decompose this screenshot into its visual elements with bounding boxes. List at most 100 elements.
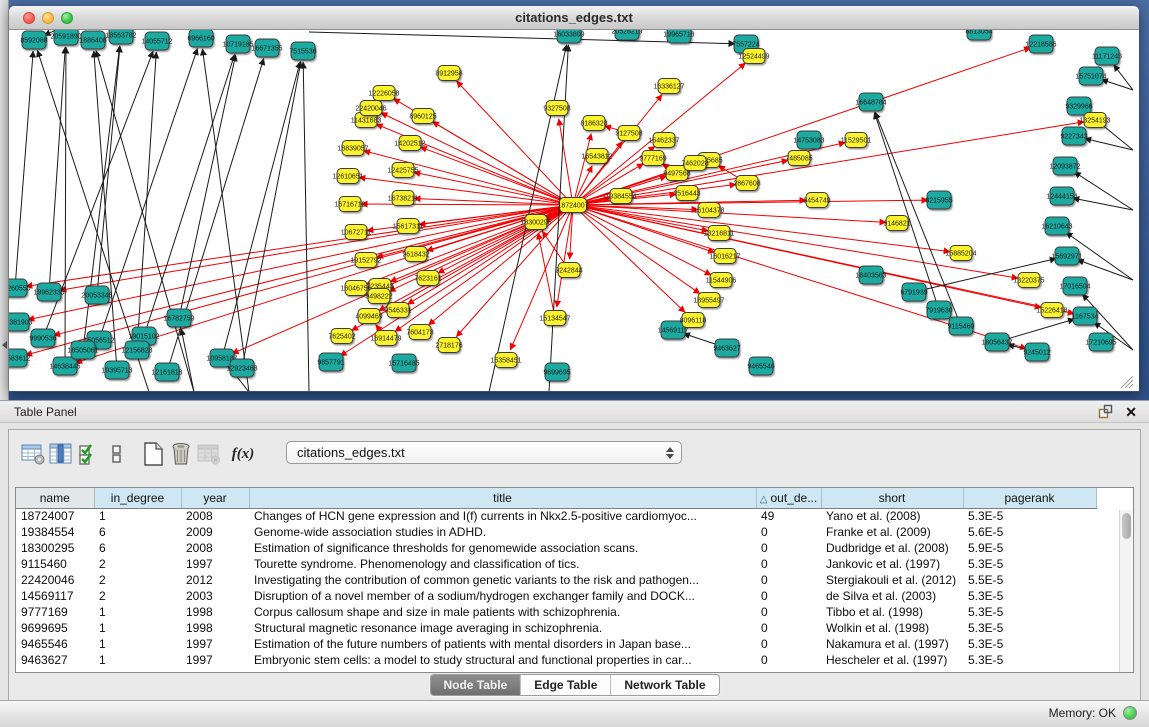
- table-cell[interactable]: 49: [756, 508, 821, 524]
- table-cell[interactable]: 2003: [181, 588, 249, 604]
- graph-edge[interactable]: [432, 122, 573, 205]
- table-cell[interactable]: Estimation of significance thresholds fo…: [249, 540, 756, 556]
- new-column-icon[interactable]: [139, 441, 167, 467]
- table-cell[interactable]: 1998: [181, 620, 249, 636]
- table-cell[interactable]: 0: [756, 620, 821, 636]
- column-header-name[interactable]: name: [16, 488, 94, 508]
- table-cell[interactable]: 5.3E-5: [963, 604, 1096, 620]
- graph-edge[interactable]: [181, 329, 194, 391]
- table-cell[interactable]: 2008: [181, 540, 249, 556]
- table-cell[interactable]: 1997: [181, 636, 249, 652]
- table-cell[interactable]: 2009: [181, 524, 249, 540]
- select-column-icon[interactable]: [47, 441, 75, 467]
- table-cell[interactable]: 5.6E-5: [963, 524, 1096, 540]
- attribute-table[interactable]: namein_degreeyeartitle△out_de...shortpag…: [15, 487, 1134, 673]
- graph-edge[interactable]: [457, 81, 573, 205]
- graph-edge[interactable]: [222, 62, 300, 358]
- table-cell[interactable]: 5.9E-5: [963, 540, 1096, 556]
- table-cell[interactable]: Disruption of a novel member of a sodium…: [249, 588, 756, 604]
- table-settings-icon[interactable]: [19, 441, 47, 467]
- column-header-short[interactable]: short: [821, 488, 963, 508]
- table-cell[interactable]: 0: [756, 604, 821, 620]
- table-cell[interactable]: 6: [94, 524, 181, 540]
- table-cell[interactable]: 0: [756, 652, 821, 668]
- graph-edge[interactable]: [573, 205, 1074, 314]
- table-cell[interactable]: Structural magnetic resonance image aver…: [249, 620, 756, 636]
- table-cell[interactable]: Nakamura et al. (1997): [821, 636, 963, 652]
- tab-edge-table[interactable]: Edge Table: [520, 675, 610, 695]
- table-cell[interactable]: 2012: [181, 572, 249, 588]
- table-cell[interactable]: 2008: [181, 508, 249, 524]
- table-cell[interactable]: 0: [756, 524, 821, 540]
- tab-network-table[interactable]: Network Table: [610, 675, 718, 695]
- table-cell[interactable]: Changes of HCN gene expression and I(f) …: [249, 508, 756, 524]
- table-row[interactable]: 946362711997Embryonic stem cells: a mode…: [16, 652, 1096, 668]
- table-cell[interactable]: 9465546: [16, 636, 94, 652]
- network-window-titlebar[interactable]: citations_edges.txt: [9, 6, 1139, 30]
- select-mode-icon[interactable]: [75, 441, 103, 467]
- table-cell[interactable]: 5.3E-5: [963, 556, 1096, 572]
- table-cell[interactable]: 18300295: [16, 540, 94, 556]
- table-cell[interactable]: 1997: [181, 652, 249, 668]
- graph-edge[interactable]: [420, 147, 573, 205]
- table-cell[interactable]: Yano et al. (2008): [821, 508, 963, 524]
- table-row[interactable]: 1938455462009Genome-wide association stu…: [16, 524, 1096, 540]
- table-cell[interactable]: Embryonic stem cells: a model to study s…: [249, 652, 756, 668]
- table-vertical-scrollbar[interactable]: [1119, 510, 1132, 672]
- table-row[interactable]: 2242004622012Investigating the contribut…: [16, 572, 1096, 588]
- window-resize-grip[interactable]: [1121, 376, 1133, 388]
- column-header-out_de[interactable]: △out_de...: [756, 488, 821, 508]
- table-cell[interactable]: 5.3E-5: [963, 636, 1096, 652]
- row-height-icon[interactable]: [103, 441, 131, 467]
- table-cell[interactable]: 5.3E-5: [963, 620, 1096, 636]
- graph-edge[interactable]: [303, 62, 309, 391]
- graph-edge[interactable]: [573, 48, 1031, 205]
- graph-edge[interactable]: [49, 47, 65, 292]
- table-cell[interactable]: Wolkin et al. (1998): [821, 620, 963, 636]
- table-cell[interactable]: 1: [94, 652, 181, 668]
- table-cell[interactable]: 1997: [181, 556, 249, 572]
- graph-edge[interactable]: [414, 172, 573, 205]
- table-cell[interactable]: 5.3E-5: [963, 588, 1096, 604]
- collapsed-splitter[interactable]: [0, 0, 9, 400]
- tab-node-table[interactable]: Node Table: [430, 675, 520, 695]
- delete-column-icon[interactable]: [167, 441, 195, 467]
- table-cell[interactable]: Franke et al. (2009): [821, 524, 963, 540]
- graph-edge[interactable]: [60, 205, 573, 290]
- table-cell[interactable]: 22420046: [16, 572, 94, 588]
- network-canvas[interactable]: 8592088205918901886408185637821405571269…: [9, 30, 1139, 391]
- table-cell[interactable]: Stergiakouli et al. (2012): [821, 572, 963, 588]
- table-cell[interactable]: 0: [756, 588, 821, 604]
- table-cell[interactable]: 9115460: [16, 556, 94, 572]
- table-cell[interactable]: 5.3E-5: [963, 508, 1096, 524]
- table-row[interactable]: 969969511998Structural magnetic resonanc…: [16, 620, 1096, 636]
- table-cell[interactable]: 0: [756, 572, 821, 588]
- table-cell[interactable]: 2: [94, 588, 181, 604]
- graph-edge[interactable]: [1101, 79, 1133, 90]
- graph-edge[interactable]: [179, 55, 236, 318]
- function-builder-icon[interactable]: f(x): [229, 441, 257, 467]
- table-cell[interactable]: Jankovic et al. (1997): [821, 556, 963, 572]
- table-cell[interactable]: 6: [94, 540, 181, 556]
- graph-edge[interactable]: [1114, 65, 1133, 90]
- table-cell[interactable]: Corpus callosum shape and size in male p…: [249, 604, 756, 620]
- table-cell[interactable]: 0: [756, 556, 821, 572]
- column-header-pagerank[interactable]: pagerank: [963, 488, 1096, 508]
- table-cell[interactable]: Estimation of the future numbers of pati…: [249, 636, 756, 652]
- graph-edge[interactable]: [573, 205, 711, 275]
- table-cell[interactable]: 9699695: [16, 620, 94, 636]
- table-cell[interactable]: de Silva et al. (2003): [821, 588, 963, 604]
- column-header-in_degree[interactable]: in_degree: [94, 488, 181, 508]
- table-cell[interactable]: 18724007: [16, 508, 94, 524]
- table-row[interactable]: 1872400712008Changes of HCN gene express…: [16, 508, 1096, 524]
- graph-edge[interactable]: [65, 47, 66, 366]
- table-cell[interactable]: Genome-wide association studies in ADHD.: [249, 524, 756, 540]
- table-cell[interactable]: Hescheler et al. (1997): [821, 652, 963, 668]
- table-cell[interactable]: 1998: [181, 604, 249, 620]
- graph-edge[interactable]: [573, 205, 1018, 278]
- column-header-title[interactable]: title: [249, 488, 756, 508]
- table-cell[interactable]: 2: [94, 572, 181, 588]
- table-cell[interactable]: 19384554: [16, 524, 94, 540]
- table-cell[interactable]: Tibbo et al. (1998): [821, 604, 963, 620]
- graph-edge[interactable]: [242, 62, 301, 368]
